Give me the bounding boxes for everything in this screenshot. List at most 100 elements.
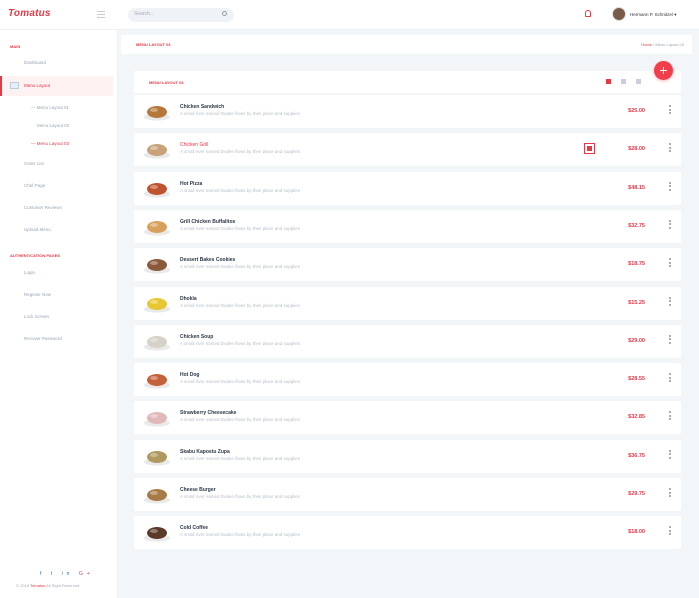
breadcrumb-current: Menu Layout 03 — [655, 42, 684, 47]
more-options-icon[interactable] — [669, 296, 671, 308]
item-price: $15.25 — [628, 299, 645, 306]
more-options-icon[interactable] — [669, 181, 671, 193]
compact-view-icon[interactable] — [636, 79, 641, 84]
item-description: A small river named Duden flows by their… — [180, 302, 301, 308]
item-name[interactable]: Hot Dog — [180, 372, 199, 378]
menu-item-row[interactable]: Strawberry Cheesecake A small river name… — [134, 401, 681, 435]
menu-item-row[interactable]: Dhokla A small river named Duden flows b… — [134, 286, 681, 320]
zupa-image — [144, 450, 170, 466]
item-description: A small river named Duden flows by their… — [180, 417, 301, 423]
pizza-image — [144, 182, 170, 198]
menu-item-row[interactable]: Hot Dog A small river named Duden flows … — [134, 363, 681, 397]
sidebar-subitem-menu-layout-02[interactable]: Menu Layout 02 — [37, 123, 69, 128]
menu-item-row[interactable]: Chicken Soup A small river named Duden f… — [134, 324, 681, 358]
user-menu[interactable]: Hermann P. Schnitzel ▾ — [630, 12, 676, 18]
more-options-icon[interactable] — [669, 526, 671, 537]
sidebar-item-customer-reviews[interactable]: Customer Reviews — [24, 205, 62, 210]
soup-image — [144, 335, 170, 351]
item-description: A small river named Duden flows by their… — [180, 379, 301, 385]
item-name[interactable]: Cold Coffee — [180, 525, 208, 531]
item-name[interactable]: Dhokla — [180, 296, 197, 302]
item-price: $29.00 — [628, 337, 645, 344]
item-price: $29.75 — [628, 491, 645, 497]
dhokla-image — [144, 297, 170, 312]
menu-item-row[interactable]: Grill Chicken Buffalitos A small river n… — [134, 209, 681, 243]
copyright: © 2018 Tomatus All Right Reserved. — [16, 583, 81, 588]
more-options-icon[interactable] — [669, 488, 671, 499]
item-price: $36.75 — [628, 452, 645, 459]
add-item-button[interactable]: + — [654, 61, 673, 80]
sandwich-image — [144, 106, 170, 121]
item-name[interactable]: Dessert Bakes Cookies — [180, 257, 235, 263]
page-header: MENU LAYOUT 03 Home / Menu Layout 03 — [121, 35, 692, 54]
item-description: A small river named Duden flows by their… — [180, 494, 301, 499]
item-description: A small river named Duden flows by their… — [180, 455, 301, 461]
item-name[interactable]: Chicken Sandwich — [180, 104, 224, 110]
google-plus-icon[interactable]: G+ — [79, 571, 94, 577]
card-title: MENU LAYOUT 03 — [149, 80, 184, 85]
item-description: A small river named Duden flows by their… — [180, 187, 301, 193]
item-price: $32.75 — [628, 222, 645, 229]
sidebar-item-dashboard[interactable]: Dashboard — [24, 60, 46, 65]
sidebar-item-upload-menu[interactable]: Upload Menu — [24, 227, 51, 232]
menu-item-row[interactable]: Hot Pizza A small river named Duden flow… — [134, 171, 681, 205]
item-name[interactable]: Chicken Soup — [180, 334, 213, 340]
more-options-icon[interactable] — [669, 105, 671, 116]
menu-item-row[interactable]: Chicken Grill A small river named Duden … — [134, 133, 681, 167]
more-options-icon[interactable] — [669, 411, 671, 422]
list-view-icon[interactable] — [606, 79, 611, 84]
menu-card-header: MENU LAYOUT 03 — [134, 71, 681, 93]
menu-item-row[interactable]: Dessert Bakes Cookies A small river name… — [134, 248, 681, 282]
sidebar-item-menu-layout[interactable]: Menu Layout — [0, 76, 113, 96]
qr-code-icon[interactable] — [584, 143, 595, 155]
more-options-icon[interactable] — [669, 219, 671, 231]
sidebar: MAIN Dashboard Menu Layout — Menu Layout… — [0, 30, 118, 598]
search-icon[interactable] — [222, 11, 227, 16]
grill-image — [144, 144, 170, 159]
sidebar-subitem-menu-layout-03[interactable]: — Menu Layout 03 — [31, 141, 69, 146]
menu-toggle-icon[interactable] — [97, 11, 105, 18]
menu-item-row[interactable]: Chicken Sandwich A small river named Dud… — [134, 95, 681, 128]
menu-item-row[interactable]: Cheese Burger A small river named Duden … — [134, 478, 681, 511]
item-price: $32.85 — [628, 414, 645, 421]
item-name[interactable]: Skabu Kapostu Zupa — [180, 449, 230, 455]
more-options-icon[interactable] — [669, 258, 671, 269]
page-title: MENU LAYOUT 03 — [136, 42, 171, 47]
sidebar-item-order-list[interactable]: Order List — [24, 161, 44, 166]
twitter-icon[interactable]: t — [51, 571, 56, 577]
item-name[interactable]: Chicken Grill — [180, 142, 208, 148]
more-options-icon[interactable] — [669, 373, 671, 384]
item-price: $18.00 — [628, 529, 645, 536]
item-description: A small river named Duden flows by their… — [180, 532, 301, 538]
menu-item-row[interactable]: Cold Coffee A small river named Duden fl… — [134, 516, 681, 550]
item-price: $25.00 — [628, 108, 645, 114]
sidebar-item-login[interactable]: Login — [24, 270, 35, 275]
sidebar-subitem-menu-layout-01[interactable]: — Menu Layout 01 — [31, 105, 69, 110]
item-description: A small river named Duden flows by their… — [180, 111, 301, 116]
notification-bell-icon[interactable] — [585, 10, 591, 17]
avatar[interactable] — [612, 7, 626, 21]
item-name[interactable]: Hot Pizza — [180, 181, 202, 187]
linkedin-icon[interactable]: in — [62, 571, 74, 577]
grid-view-icon[interactable] — [621, 79, 626, 84]
breadcrumb-home[interactable]: Home — [641, 42, 652, 47]
cookies-image — [144, 259, 170, 274]
more-options-icon[interactable] — [669, 449, 671, 461]
sidebar-item-register[interactable]: Register Now — [24, 292, 51, 297]
item-description: A small river named Duden flows by their… — [180, 149, 301, 155]
sidebar-item-recover-password[interactable]: Recover Password — [24, 336, 62, 341]
menu-item-row[interactable]: Skabu Kapostu Zupa A small river named D… — [134, 439, 681, 473]
sidebar-item-lock-screen[interactable]: Lock Screen — [24, 314, 49, 319]
sidebar-item-chef-page[interactable]: Chef Page — [24, 183, 45, 188]
item-name[interactable]: Cheese Burger — [180, 487, 216, 493]
more-options-icon[interactable] — [669, 143, 671, 154]
search-input[interactable]: Search... — [128, 8, 234, 22]
item-price: $28.00 — [628, 146, 645, 153]
app-logo[interactable]: Tomatus — [8, 8, 51, 19]
item-name[interactable]: Grill Chicken Buffalitos — [180, 219, 235, 225]
item-price: $18.75 — [628, 261, 645, 268]
sidebar-section-main: MAIN — [10, 44, 21, 49]
item-name[interactable]: Strawberry Cheesecake — [180, 410, 236, 416]
facebook-icon[interactable]: f — [40, 571, 45, 577]
more-options-icon[interactable] — [669, 334, 671, 346]
